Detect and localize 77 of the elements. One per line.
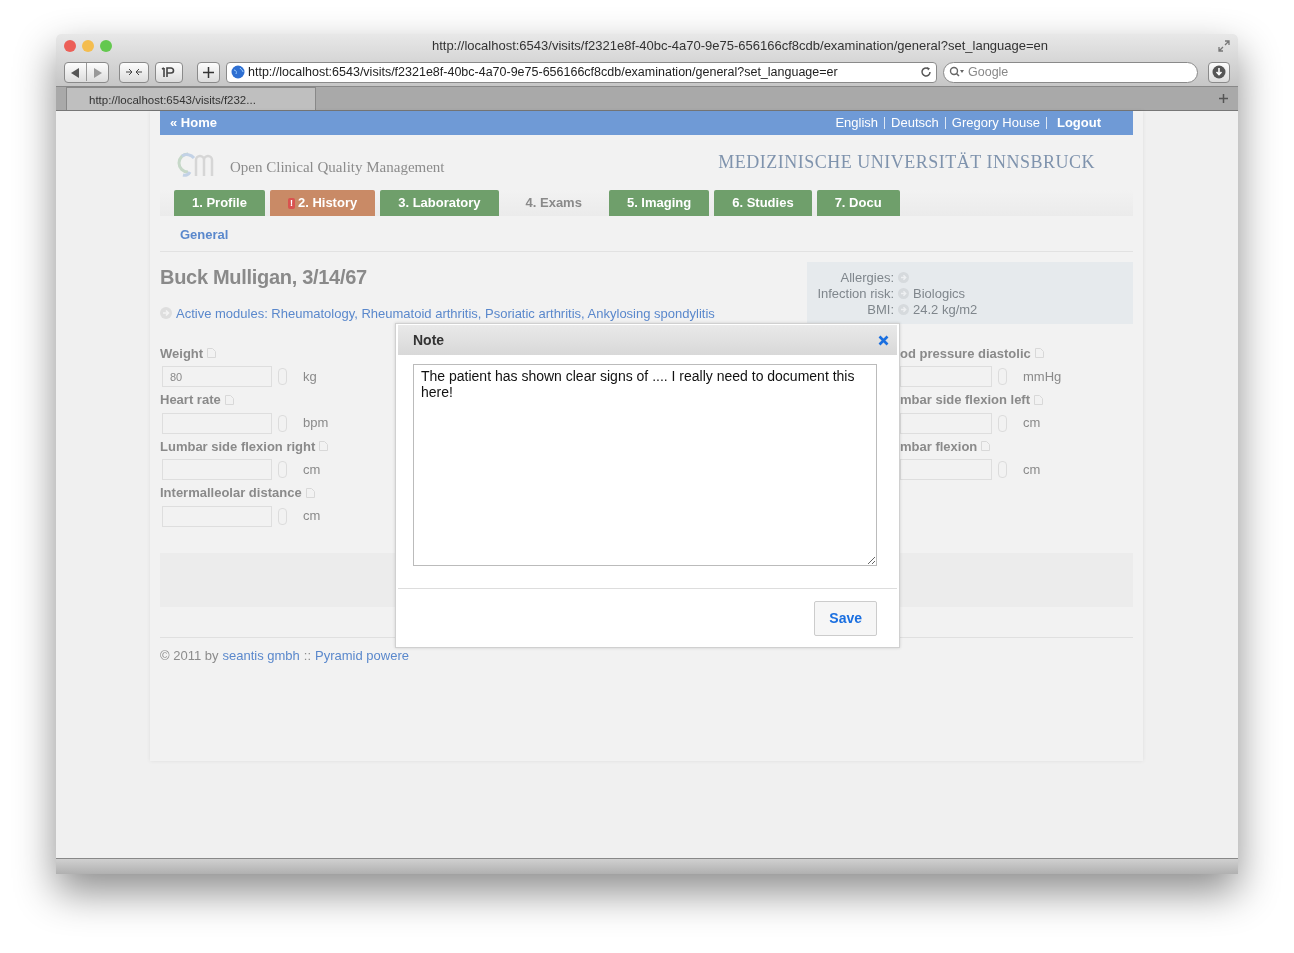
- number-field[interactable]: [900, 459, 992, 480]
- minimize-icon[interactable]: [82, 40, 94, 52]
- home-link[interactable]: « Home: [170, 113, 217, 133]
- step-tab[interactable]: 5. Imaging: [608, 190, 710, 216]
- summary-label: BMI:: [866, 301, 894, 318]
- summary-label: Allergies:: [839, 269, 894, 286]
- top-link[interactable]: English: [835, 113, 879, 133]
- patient-name: Buck Mulligan, 3/14/67: [160, 264, 368, 290]
- unit-label: bpm: [303, 414, 329, 433]
- step-tab[interactable]: 7. Docu: [816, 190, 900, 216]
- note-icon[interactable]: [1034, 348, 1044, 359]
- institution-name: MEDIZINISCHE UNIVERSITÄT INNSBRUCK: [718, 151, 1095, 174]
- arrow-circle-icon[interactable]: [898, 288, 909, 299]
- fullscreen-icon[interactable]: [1218, 40, 1230, 52]
- unit-label: cm: [1023, 414, 1041, 433]
- summary-value: Biologics: [913, 285, 966, 302]
- app-tagline: Open Clinical Quality Management: [230, 158, 445, 178]
- number-field[interactable]: [900, 412, 992, 434]
- step-tab[interactable]: ! 2. History: [269, 190, 376, 216]
- framework-link[interactable]: Pyramid powere: [315, 645, 409, 665]
- close-icon[interactable]: [878, 334, 889, 346]
- field-label: Lumbar side flexion right: [160, 437, 316, 456]
- field-label: Intermalleolar distance: [160, 484, 302, 502]
- summary-label: Infection risk:: [816, 285, 894, 302]
- field-label: Heart rate: [160, 391, 221, 409]
- field-label: mbar side flexion left: [900, 391, 1031, 409]
- field-label: mbar flexion: [900, 437, 978, 456]
- add-icon[interactable]: [203, 66, 214, 78]
- unit-label: kg: [303, 367, 317, 386]
- forward-icon[interactable]: [93, 67, 102, 78]
- number-field[interactable]: [900, 366, 992, 387]
- search-field[interactable]: Google: [943, 61, 1198, 83]
- field-label: od pressure diastolic: [900, 344, 1031, 363]
- reload-icon[interactable]: [920, 66, 932, 78]
- number-field[interactable]: 80: [162, 366, 272, 387]
- top-link[interactable]: Deutsch: [891, 113, 939, 133]
- new-tab-icon[interactable]: [1219, 94, 1228, 103]
- active-modules-link[interactable]: Active modules: Rheumatology, Rheumatoid arthritis, Psoriatic arthritis, Ankylosing spondylitis: [176, 303, 715, 323]
- note-icon[interactable]: [305, 487, 315, 498]
- zoom-icon[interactable]: [100, 40, 112, 52]
- arrow-circle-icon[interactable]: [898, 272, 909, 283]
- summary-value: 24.2 kg/m2: [913, 301, 978, 318]
- note-textarea[interactable]: The patient has shown clear signs of .... I really need to document this here!: [413, 364, 877, 566]
- arrows-icon[interactable]: [125, 66, 143, 78]
- step-tab[interactable]: 6. Studies: [714, 190, 812, 216]
- note-icon[interactable]: [1034, 394, 1044, 405]
- unit-label: cm: [303, 460, 321, 479]
- browser-tab[interactable]: http://localhost:6543/visits/f232...: [66, 87, 316, 110]
- search-icon: [949, 66, 965, 78]
- top-link[interactable]: Gregory House: [951, 113, 1040, 133]
- save-button[interactable]: Save: [814, 601, 877, 636]
- field-label: Weight: [160, 344, 204, 363]
- window-title: http://localhost:6543/visits/f2321e8f-40bc-4a70-9e75-656166cf8cdb/examination/general?set_language=en: [431, 38, 1049, 54]
- logout-link[interactable]: Logout: [1056, 113, 1101, 133]
- note-icon[interactable]: [981, 441, 991, 452]
- company-link[interactable]: seantis gmbh: [222, 645, 300, 665]
- globe-icon: [231, 65, 245, 79]
- close-icon[interactable]: [64, 40, 76, 52]
- back-icon[interactable]: [71, 67, 80, 78]
- separator-text: ::: [303, 646, 312, 665]
- step-tab[interactable]: 4. Exams: [503, 190, 604, 216]
- note-icon[interactable]: [319, 441, 329, 452]
- arrow-circle-icon[interactable]: [898, 304, 909, 315]
- dialog-title: Note: [413, 330, 445, 350]
- unit-label: cm: [303, 507, 321, 526]
- unit-label: cm: [1023, 460, 1041, 479]
- step-tab[interactable]: 1. Profile: [174, 190, 265, 216]
- unit-label: mmHg: [1023, 367, 1062, 386]
- download-icon[interactable]: [1212, 65, 1226, 79]
- step-tab[interactable]: 3. Laboratory: [380, 190, 499, 216]
- note-icon[interactable]: [224, 394, 234, 405]
- note-icon[interactable]: [207, 348, 217, 359]
- copyright-text: © 2011 by: [160, 646, 219, 665]
- address-field[interactable]: http://localhost:6543/visits/f2321e8f-40bc-4a70-9e75-656166cf8cdb/examination/general?set_language=er: [226, 61, 937, 83]
- warning-badge: !: [287, 197, 295, 209]
- subnav-link[interactable]: General: [180, 227, 229, 242]
- password-icon[interactable]: [161, 66, 177, 78]
